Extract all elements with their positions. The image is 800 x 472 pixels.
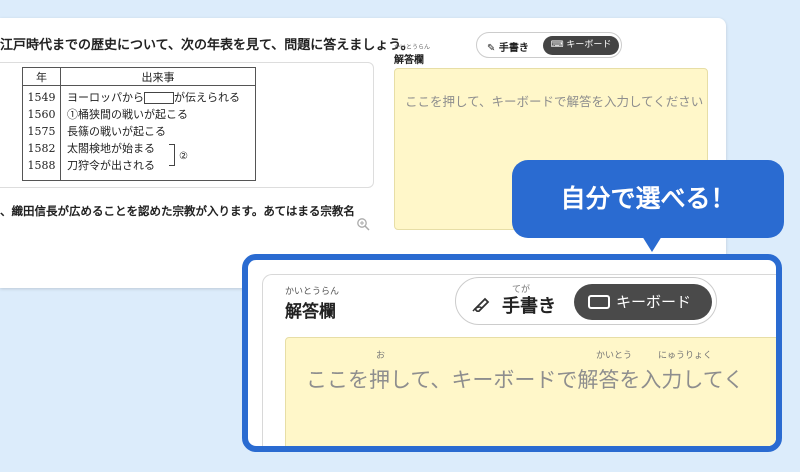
header-year: 年 [22, 67, 61, 86]
year-1560: 1560 [27, 108, 56, 121]
ruby-o: お [376, 351, 386, 361]
timeline-card: 年 出来事 1549 1560 1575 1582 1588 ヨーロッパから が伝… [0, 62, 374, 231]
handwriting-label: 手書き [498, 43, 529, 54]
year-cell: 1549 1560 1575 1582 1588 [22, 85, 61, 181]
answer-label: かいとうらん 解答欄 [394, 44, 430, 66]
callout-tail [642, 236, 662, 252]
ruby-kaitou: かいとう [596, 351, 633, 361]
answer-placeholder: ここを押して、キーボードで解答を入力してください [405, 94, 704, 109]
answer-label-text: 解答欄 [285, 302, 336, 322]
handwriting-option[interactable]: ✎ 手書き [487, 39, 529, 54]
event-1575: 長篠の戦いが起こる [67, 125, 166, 138]
keyboard-option[interactable]: キーボード [574, 284, 712, 320]
input-mode-toggle: てが 手書き キーボード [455, 277, 717, 325]
ruby-nyuuryoku: にゅうりょく [658, 351, 713, 361]
keyboard-icon [588, 295, 610, 309]
handwriting-label: 手書き [502, 296, 556, 317]
keyboard-label: キーボード [566, 40, 612, 50]
answer-label-ruby: かいとうらん [285, 287, 340, 297]
sub-question-text: 、織田信長が広めることを認めた宗教が入ります。あてはまる宗教名 [0, 204, 355, 218]
zoomed-answer-card: かいとうらん 解答欄 てが 手書き キーボード お かいとう にゅうりょく ここ [262, 274, 776, 446]
callout-bubble: 自分で選べる！ [512, 160, 784, 238]
bracket-label: ② [179, 151, 188, 162]
header-event: 出来事 [60, 67, 256, 86]
worksheet: 江戸時代までの歴史について、次の年表を見て、問題に答えましょう。 年 出来事 1… [0, 18, 726, 288]
answer-label: かいとうらん 解答欄 [285, 287, 339, 322]
event-1549: ヨーロッパから が伝えられる [67, 89, 253, 106]
event-1582: 太閤検地が始まる [67, 142, 155, 155]
zoom-in-icon[interactable] [356, 217, 370, 231]
year-1575: 1575 [27, 125, 56, 138]
event-1560: ①桶狭間の戦いが起こる [67, 108, 188, 121]
year-1582: 1582 [27, 142, 56, 155]
answer-label-ruby: かいとうらん [394, 44, 431, 51]
handwriting-ruby: てが [512, 285, 531, 295]
event-1588: 刀狩令が出される [67, 159, 155, 172]
event-text: ヨーロッパから [67, 91, 144, 104]
year-1588: 1588 [27, 159, 56, 172]
answer-blank[interactable] [144, 92, 174, 104]
answer-input-area[interactable]: お かいとう にゅうりょく ここを押して、キーボードで解答を入力してく [285, 337, 776, 446]
question-text: 江戸時代までの歴史について、次の年表を見て、問題に答えましょう。 [0, 38, 414, 53]
event-cell: ヨーロッパから が伝えられる ①桶狭間の戦いが起こる 長篠の戦いが起こる 太閤検地… [60, 85, 256, 181]
answer-placeholder: お かいとう にゅうりょく ここを押して、キーボードで解答を入力してく [306, 351, 745, 394]
keyboard-option[interactable]: ⌨ キーボード [543, 36, 619, 55]
answer-label-text: 解答欄 [394, 55, 424, 66]
input-mode-toggle: ✎ 手書き ⌨ キーボード [476, 32, 622, 58]
zoomed-answer-panel: かいとうらん 解答欄 てが 手書き キーボード お かいとう にゅうりょく ここ [242, 254, 782, 452]
handwriting-option[interactable]: てが 手書き [502, 285, 556, 318]
answer-placeholder-text: ここを押して、キーボードで解答を入力してく [306, 368, 745, 392]
event-text: が伝えられる [174, 91, 240, 104]
bracket [169, 144, 175, 166]
event-1582-wrap: 太閤検地が始まる ② [67, 140, 253, 166]
timeline-table: 年 出来事 1549 1560 1575 1582 1588 ヨーロッパから が伝… [22, 67, 256, 181]
year-1549: 1549 [27, 91, 56, 104]
keyboard-label: キーボード [616, 293, 692, 311]
pen-icon [472, 297, 490, 312]
